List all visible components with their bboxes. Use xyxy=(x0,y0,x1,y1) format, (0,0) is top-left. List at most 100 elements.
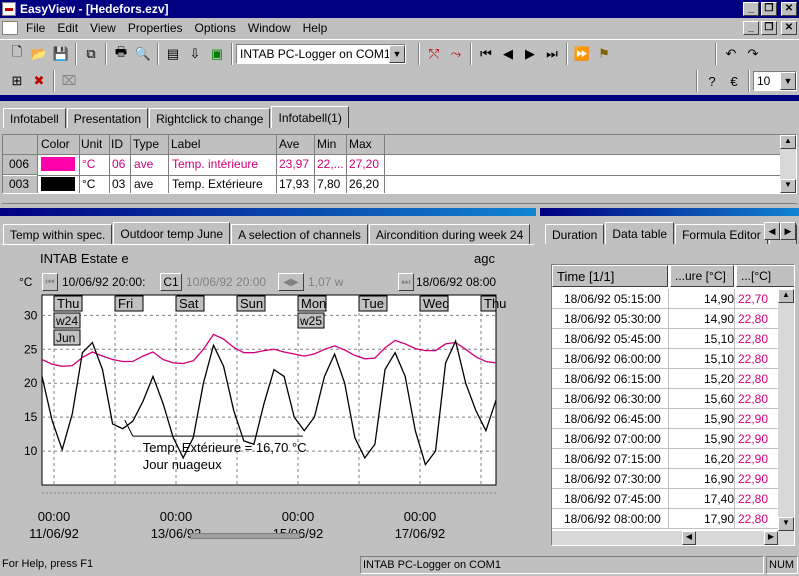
menu-file[interactable]: File xyxy=(20,21,51,35)
print-icon[interactable]: 🖶 xyxy=(110,43,132,65)
tab-outdoor-temp-june[interactable]: Outdoor temp June xyxy=(113,222,231,244)
cursor-last-icon[interactable]: ⏭ xyxy=(398,273,414,291)
tab-data-table[interactable]: Data table xyxy=(605,222,675,244)
table-row[interactable]: 18/06/92 07:00:00 15,90 22,90 xyxy=(552,429,794,449)
tab-formula-editor[interactable]: Formula Editor xyxy=(675,224,768,244)
temperature-chart[interactable]: 10 15 20 25 30 Thu Fri Sat Sun Mon Tue Wed Thu w24 w25… xyxy=(2,293,534,551)
header-color[interactable]: Color xyxy=(41,137,70,151)
table-row[interactable]: 18/06/92 06:00:00 15,10 22,80 xyxy=(552,349,794,369)
menu-options[interactable]: Options xyxy=(189,21,242,35)
print-preview-icon[interactable]: 🔍 xyxy=(132,43,154,65)
unit-cell[interactable]: °C xyxy=(82,157,95,171)
marker-icon[interactable]: ⚑ xyxy=(593,43,615,65)
row-number[interactable]: 006 xyxy=(9,157,29,171)
table-row[interactable]: 18/06/92 06:45:00 15,90 22,90 xyxy=(552,409,794,429)
data-header-time[interactable]: Time [1/1] xyxy=(552,265,668,287)
header-ave[interactable]: Ave xyxy=(279,137,299,151)
scroll-down-icon[interactable]: ▼ xyxy=(778,517,794,531)
scroll-down-icon[interactable]: ▼ xyxy=(780,179,796,193)
table-row[interactable]: 18/06/92 07:45:00 17,40 22,80 xyxy=(552,489,794,509)
undo-icon[interactable]: ↶ xyxy=(720,43,742,65)
menu-window[interactable]: Window xyxy=(242,21,297,35)
cursor-first-icon[interactable]: ⏮ xyxy=(42,273,58,291)
menu-edit[interactable]: Edit xyxy=(51,21,84,35)
tab-infotabell-1[interactable]: Infotabell(1) xyxy=(271,106,349,128)
copy-icon[interactable]: ⧉ xyxy=(80,43,102,65)
open-folder-icon[interactable]: 📂 xyxy=(28,43,50,65)
unit-cell[interactable]: °C xyxy=(82,177,95,191)
min-cell[interactable]: 22,... xyxy=(317,157,345,171)
scroll-right-icon[interactable]: ▶ xyxy=(764,531,778,545)
fast-forward-icon[interactable]: ⏩ xyxy=(571,43,593,65)
max-cell[interactable]: 26,20 xyxy=(349,177,379,191)
scroll-up-icon[interactable]: ▲ xyxy=(780,135,796,149)
data-header-outdoor[interactable]: ...ure [°C] xyxy=(670,265,734,287)
doc-close-button[interactable]: ✕ xyxy=(781,21,797,35)
tab-rightclick[interactable]: Rightclick to change xyxy=(149,108,271,128)
tab-scroll-left-icon[interactable]: ◀ xyxy=(764,222,780,240)
doc-restore-button[interactable]: ❐ xyxy=(761,21,777,35)
logger-select[interactable]: INTAB PC-Logger on COM1 ▼ xyxy=(236,43,406,64)
plot-area[interactable] xyxy=(41,294,497,486)
header-id[interactable]: ID xyxy=(111,137,123,151)
id-cell[interactable]: 03 xyxy=(112,177,125,191)
app-icon[interactable] xyxy=(2,2,16,16)
label-cell[interactable]: Temp. intérieure xyxy=(172,157,258,171)
table-row[interactable]: 18/06/92 05:45:00 15,10 22,80 xyxy=(552,329,794,349)
last-icon[interactable]: ⏭ xyxy=(541,43,563,65)
type-cell[interactable]: ave xyxy=(134,157,153,171)
document-icon[interactable] xyxy=(2,21,18,35)
scroll-left-icon[interactable]: ◀ xyxy=(682,531,696,545)
data-table-vscroll[interactable]: ▲ ▼ xyxy=(778,289,794,531)
table-row[interactable]: 18/06/92 06:15:00 15,20 22,80 xyxy=(552,369,794,389)
tab-temp-within-spec[interactable]: Temp within spec. xyxy=(3,224,113,244)
row-number[interactable]: 003 xyxy=(9,177,29,191)
ave-cell[interactable]: 17,93 xyxy=(279,177,309,191)
type-cell[interactable]: ave xyxy=(134,177,153,191)
next-icon[interactable]: ▶ xyxy=(519,43,541,65)
tab-infotabell[interactable]: Infotabell xyxy=(3,108,66,128)
cursor-label[interactable]: C1 xyxy=(160,273,182,291)
header-type[interactable]: Type xyxy=(133,137,159,151)
tab-scroll-right-icon[interactable]: ▶ xyxy=(780,222,796,240)
add-table-icon[interactable]: ⊞ xyxy=(6,70,28,92)
first-icon[interactable]: ⏮ xyxy=(475,43,497,65)
id-cell[interactable]: 06 xyxy=(112,157,125,171)
header-label[interactable]: Label xyxy=(171,137,200,151)
table-row[interactable]: 18/06/92 07:15:00 16,20 22,90 xyxy=(552,449,794,469)
info-table-hscroll[interactable] xyxy=(2,194,797,204)
menu-help[interactable]: Help xyxy=(297,21,334,35)
table-row[interactable]: 18/06/92 07:30:00 16,90 22,90 xyxy=(552,469,794,489)
prev-icon[interactable]: ◀ xyxy=(497,43,519,65)
color-swatch[interactable] xyxy=(41,177,75,191)
info-table-scrollbar[interactable]: ▲ ▼ xyxy=(780,135,796,193)
tab-presentation[interactable]: Presentation xyxy=(66,108,149,128)
new-file-icon[interactable]: 🗋 xyxy=(6,43,28,65)
tab-duration[interactable]: Duration xyxy=(545,224,605,244)
no-cursor-icon[interactable]: ⤳ xyxy=(445,43,467,65)
cursor-move-icon[interactable]: ◀▶ xyxy=(278,273,304,291)
scroll-up-icon[interactable]: ▲ xyxy=(778,289,794,303)
data-table-hscroll[interactable]: ◀ ▶ xyxy=(552,531,794,545)
menu-properties[interactable]: Properties xyxy=(122,21,189,35)
table-row[interactable]: 18/06/92 05:30:00 14,90 22,80 xyxy=(552,309,794,329)
redo-icon[interactable]: ↷ xyxy=(742,43,764,65)
logger-icon[interactable]: ▤ xyxy=(162,43,184,65)
restore-button[interactable]: ❐ xyxy=(761,2,777,16)
chart-scroll-thumb[interactable] xyxy=(190,533,300,539)
header-max[interactable]: Max xyxy=(349,137,372,151)
save-icon[interactable]: 💾 xyxy=(50,43,72,65)
tab-selection-of-channels[interactable]: A selection of channels xyxy=(231,224,368,244)
close-button[interactable]: ✕ xyxy=(781,2,797,16)
label-cell[interactable]: Temp. Extérieure xyxy=(172,177,263,191)
ave-cell[interactable]: 23,97 xyxy=(279,157,309,171)
chevron-down-icon[interactable]: ▼ xyxy=(389,44,405,63)
min-cell[interactable]: 7,80 xyxy=(317,177,340,191)
cursor-icon[interactable]: ⤲ xyxy=(423,43,445,65)
table-row[interactable]: 18/06/92 05:15:00 14,90 22,70 xyxy=(552,289,794,309)
chevron-down-icon[interactable]: ▼ xyxy=(780,72,796,90)
minimize-button[interactable]: _ xyxy=(743,2,759,16)
help-icon[interactable]: ? xyxy=(701,70,723,92)
table-row[interactable]: 18/06/92 08:00:00 17,90 22,80 xyxy=(552,509,794,529)
data-header-indoor[interactable]: ...[°C] xyxy=(736,265,794,287)
